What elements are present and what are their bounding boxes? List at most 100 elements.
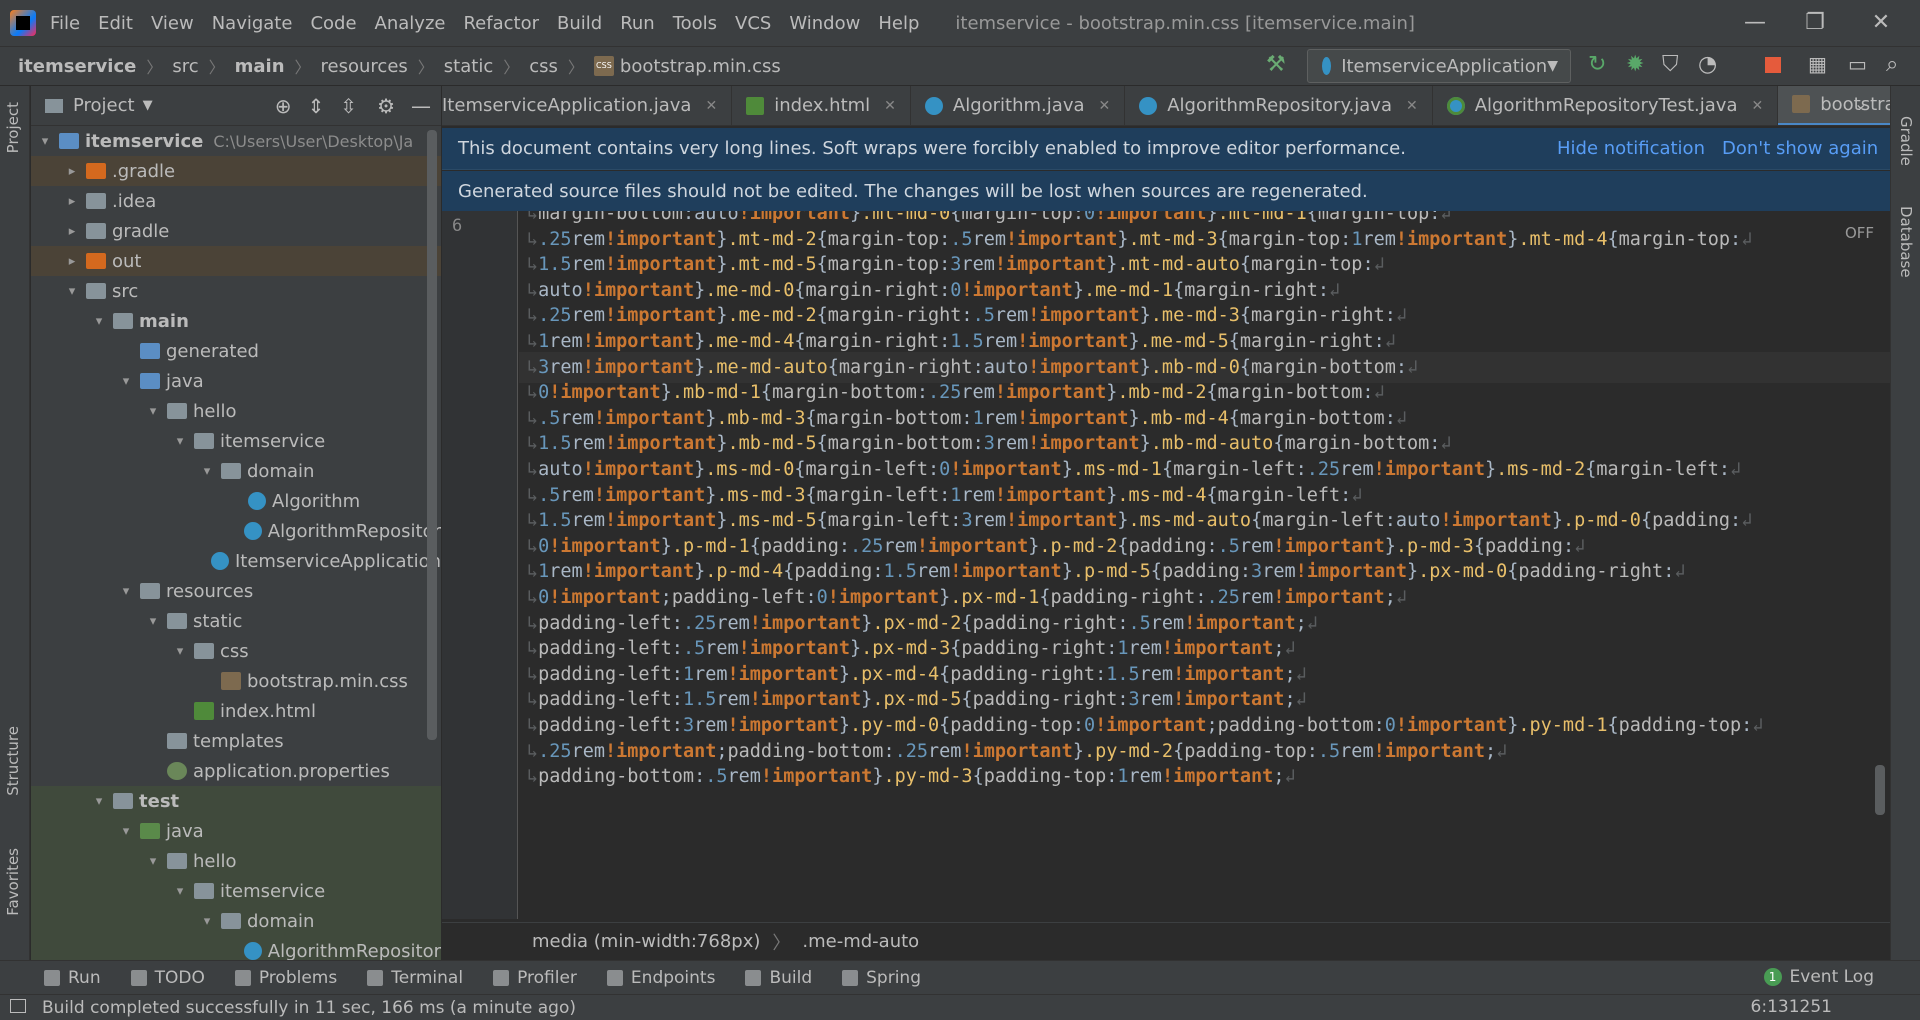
breadcrumb-media[interactable]: media (min-width:768px) — [532, 931, 760, 952]
tree-item[interactable]: AlgorithmRepositor — [31, 516, 441, 546]
menu-vcs[interactable]: VCS — [735, 13, 771, 34]
chevron-right-icon[interactable]: ▸ — [62, 254, 82, 269]
status-message[interactable]: Build completed successfully in 11 sec, … — [42, 998, 576, 1018]
hide-panel-icon[interactable]: — — [411, 94, 431, 118]
tool-problems[interactable]: Problems — [234, 968, 337, 988]
dont-show-again-link[interactable]: Don't show again — [1722, 138, 1878, 159]
toggle-tool-windows-icon[interactable] — [10, 999, 26, 1013]
editor-tab[interactable]: Algorithm.java ✕ — [911, 86, 1126, 125]
chevron-down-icon[interactable]: ▾ — [143, 404, 163, 419]
menu-navigate[interactable]: Navigate — [212, 13, 293, 34]
breadcrumb-css[interactable]: css — [529, 56, 558, 77]
tree-item[interactable]: ▾ domain — [31, 456, 441, 486]
menu-edit[interactable]: Edit — [98, 13, 133, 34]
menu-code[interactable]: Code — [310, 13, 356, 34]
chevron-down-icon[interactable]: ▾ — [197, 914, 217, 929]
project-scrollbar[interactable] — [427, 130, 437, 740]
chevron-down-icon[interactable]: ▾ — [89, 794, 109, 809]
tree-item[interactable]: ▾ domain — [31, 906, 441, 936]
tool-build[interactable]: Build — [745, 968, 812, 988]
tool-spring[interactable]: Spring — [842, 968, 921, 988]
close-tab-icon[interactable]: ✕ — [1751, 98, 1763, 114]
layout-icon[interactable]: ▭ — [1848, 52, 1874, 78]
menu-file[interactable]: File — [50, 13, 80, 34]
breadcrumb-file[interactable]: bootstrap.min.css — [620, 56, 781, 77]
tree-item[interactable]: Algorithm — [31, 486, 441, 516]
chevron-down-icon[interactable]: ▾ — [35, 134, 55, 149]
chevron-down-icon[interactable]: ▾ — [116, 824, 136, 839]
tree-item[interactable]: ▸ .idea — [31, 186, 441, 216]
chevron-right-icon[interactable]: ▸ — [62, 164, 82, 179]
chevron-down-icon[interactable]: ▼ — [143, 98, 153, 113]
menu-view[interactable]: View — [151, 13, 194, 34]
menu-run[interactable]: Run — [620, 13, 655, 34]
tree-item[interactable]: ▾ java — [31, 816, 441, 846]
project-tool-tab[interactable]: Project — [4, 102, 22, 153]
stop-icon[interactable] — [1760, 52, 1786, 78]
collapse-all-icon[interactable]: ⇳ — [340, 94, 357, 118]
expand-all-icon[interactable]: ⇕ — [308, 94, 325, 118]
tree-item[interactable]: ▾ itemservice — [31, 426, 441, 456]
search-icon[interactable]: ⌕ — [1886, 52, 1912, 78]
chevron-down-icon[interactable]: ▾ — [116, 584, 136, 599]
editor-tab[interactable]: bootstrap.min.css✕ — [1778, 86, 1890, 125]
tree-item[interactable]: ▾ java — [31, 366, 441, 396]
tree-item[interactable]: ▾ css — [31, 636, 441, 666]
tree-item[interactable]: ▸ .gradle — [31, 156, 441, 186]
tree-item[interactable]: ▾ main — [31, 306, 441, 336]
close-tab-icon[interactable]: ✕ — [884, 98, 896, 114]
breadcrumb-src[interactable]: src — [172, 56, 198, 77]
event-log-button[interactable]: 1 Event Log — [1763, 967, 1874, 987]
run-configuration-select[interactable]: ItemserviceApplication ▼ — [1307, 49, 1571, 83]
breadcrumb-project[interactable]: itemservice — [18, 56, 136, 77]
tree-item[interactable]: ▾ src — [31, 276, 441, 306]
minimize-icon[interactable]: — — [1740, 8, 1770, 38]
coverage-icon[interactable]: ⛉ — [1662, 52, 1688, 78]
tab-list-chevron-icon[interactable]: ⌄ — [1854, 94, 1867, 113]
profile-icon[interactable]: ◔ — [1698, 52, 1724, 78]
tree-item[interactable]: bootstrap.min.css — [31, 666, 441, 696]
gear-icon[interactable]: ⚙ — [377, 94, 395, 118]
menu-tools[interactable]: Tools — [673, 13, 717, 34]
chevron-down-icon[interactable]: ▾ — [197, 464, 217, 479]
close-icon[interactable]: ✕ — [1866, 8, 1896, 38]
editor-scrollbar[interactable] — [1875, 765, 1885, 815]
tool-run[interactable]: Run — [44, 968, 101, 988]
tree-item[interactable]: ▾ resources — [31, 576, 441, 606]
editor-tab[interactable]: ItemserviceApplication.java ✕ — [442, 86, 733, 125]
tree-item[interactable]: index.html — [31, 696, 441, 726]
chevron-down-icon[interactable]: ▾ — [170, 644, 190, 659]
chevron-down-icon[interactable]: ▾ — [116, 374, 136, 389]
chevron-down-icon[interactable]: ▾ — [170, 884, 190, 899]
hammer-build-icon[interactable]: ⚒ — [1266, 52, 1292, 78]
favorites-tool-tab[interactable]: Favorites — [4, 848, 22, 916]
structure-tool-tab[interactable]: Structure — [4, 726, 22, 796]
debug-icon[interactable]: ✹ — [1626, 52, 1652, 78]
editor-tab[interactable]: index.html ✕ — [732, 86, 911, 125]
chevron-down-icon[interactable]: ▾ — [143, 854, 163, 869]
tree-item[interactable]: ▾ hello — [31, 396, 441, 426]
rerun-icon[interactable]: ↻ — [1588, 52, 1614, 78]
code-line[interactable]: ↳padding-bottom:.5rem!important}.py-md-3… — [519, 761, 1890, 792]
editor-tab[interactable]: AlgorithmRepository.java ✕ — [1125, 86, 1433, 125]
tree-item[interactable]: templates — [31, 726, 441, 756]
tree-item[interactable]: ▸ out — [31, 246, 441, 276]
breadcrumb-resources[interactable]: resources — [321, 56, 408, 77]
caret-position[interactable]: 6:131251 — [1751, 997, 1832, 1017]
inspection-off-label[interactable]: OFF — [1845, 224, 1874, 242]
tool-profiler[interactable]: Profiler — [493, 968, 577, 988]
tool-terminal[interactable]: Terminal — [367, 968, 463, 988]
database-tool-tab[interactable]: Database — [1897, 206, 1915, 278]
locate-icon[interactable]: ⊕ — [275, 94, 292, 118]
tree-item[interactable]: ▾ static — [31, 606, 441, 636]
editor-tab[interactable]: AlgorithmRepositoryTest.java ✕ — [1433, 86, 1779, 125]
tree-item[interactable]: AlgorithmRepositor — [31, 936, 441, 960]
close-tab-icon[interactable]: ✕ — [705, 98, 717, 114]
project-structure-icon[interactable]: ▦ — [1808, 52, 1834, 78]
chevron-down-icon[interactable]: ▾ — [170, 434, 190, 449]
tree-item[interactable]: generated — [31, 336, 441, 366]
chevron-down-icon[interactable]: ▾ — [89, 314, 109, 329]
code-editor[interactable]: ↳margin-bottom:auto!important}.mt-md-0{m… — [519, 211, 1890, 919]
menu-build[interactable]: Build — [557, 13, 602, 34]
menu-refactor[interactable]: Refactor — [463, 13, 539, 34]
